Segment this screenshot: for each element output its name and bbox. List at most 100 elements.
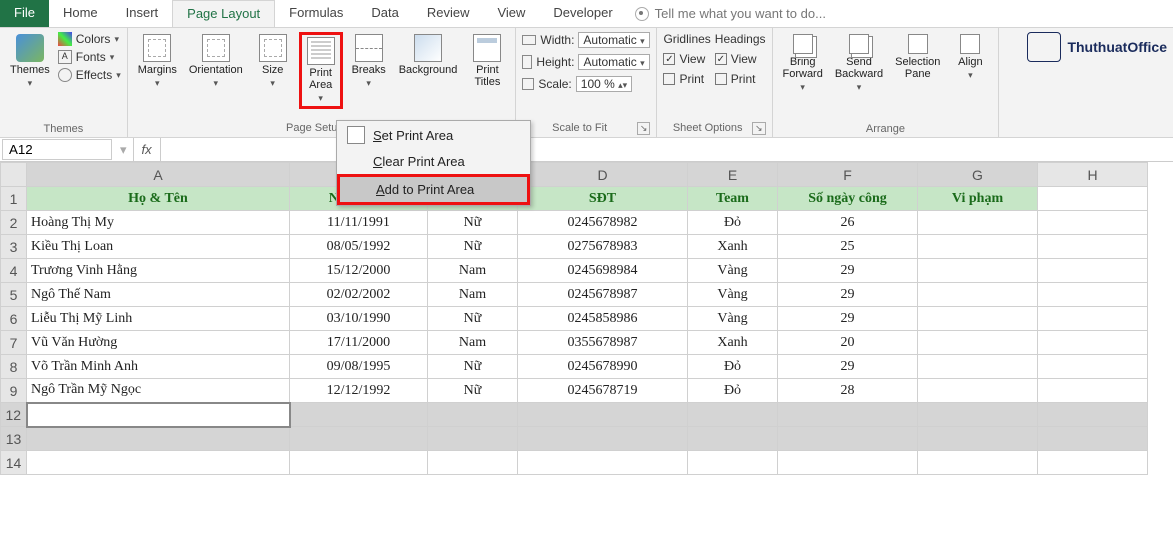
cell-D8[interactable]: 0245678990 (518, 355, 688, 379)
cell-E4[interactable]: Vàng (688, 259, 778, 283)
col-header-D[interactable]: D (518, 163, 688, 187)
print-titles-button[interactable]: Print Titles (465, 32, 509, 90)
print-area-button[interactable]: Print Area ▾ (299, 32, 343, 109)
cell-A12[interactable] (27, 403, 290, 427)
width-combo[interactable]: Automatic ▾ (578, 32, 650, 48)
cell-G4[interactable] (918, 259, 1038, 283)
cell-F5[interactable]: 29 (778, 283, 918, 307)
tab-page-layout[interactable]: Page Layout (172, 0, 275, 27)
cell[interactable] (778, 427, 918, 451)
headings-view-check[interactable]: ✓View (715, 52, 766, 66)
cell[interactable] (518, 451, 688, 475)
cell-A7[interactable]: Vũ Văn Hường (27, 331, 290, 355)
tab-view[interactable]: View (483, 0, 539, 27)
cell[interactable] (1038, 427, 1148, 451)
orientation-button[interactable]: Orientation▾ (185, 32, 247, 91)
tab-home[interactable]: Home (49, 0, 112, 27)
row-header-3[interactable]: 3 (1, 235, 27, 259)
cell-E7[interactable]: Xanh (688, 331, 778, 355)
col-header-A[interactable]: A (27, 163, 290, 187)
cell[interactable] (688, 427, 778, 451)
cell-D7[interactable]: 0355678987 (518, 331, 688, 355)
cell-C6[interactable]: Nữ (428, 307, 518, 331)
gridlines-print-check[interactable]: Print (663, 72, 710, 86)
cell[interactable] (1038, 451, 1148, 475)
align-button[interactable]: Align▾ (948, 32, 992, 83)
cell[interactable] (290, 451, 428, 475)
cell-B2[interactable]: 11/11/1991 (290, 211, 428, 235)
col-header-E[interactable]: E (688, 163, 778, 187)
cell-A2[interactable]: Hoàng Thị My (27, 211, 290, 235)
row-header-1[interactable]: 1 (1, 187, 27, 211)
row-header-14[interactable]: 14 (1, 451, 27, 475)
cell-E2[interactable]: Đỏ (688, 211, 778, 235)
cell-F6[interactable]: 29 (778, 307, 918, 331)
cell-G7[interactable] (918, 331, 1038, 355)
cell-H6[interactable] (1038, 307, 1148, 331)
cell-A3[interactable]: Kiều Thị Loan (27, 235, 290, 259)
cell-H7[interactable] (1038, 331, 1148, 355)
cell-A1[interactable]: Họ & Tên (27, 187, 290, 211)
themes-button[interactable]: Themes ▾ (6, 32, 54, 91)
row-header-8[interactable]: 8 (1, 355, 27, 379)
cell-H9[interactable] (1038, 379, 1148, 403)
grid[interactable]: A B C D E F G H 1 Họ & Tên Ngày sinh Giớ… (0, 162, 1148, 475)
cell-F4[interactable]: 29 (778, 259, 918, 283)
dialog-launcher-icon[interactable]: ↘ (637, 122, 651, 135)
col-header-F[interactable]: F (778, 163, 918, 187)
tab-developer[interactable]: Developer (539, 0, 626, 27)
colors-button[interactable]: Colors▾ (58, 32, 121, 46)
cell-C9[interactable]: Nữ (428, 379, 518, 403)
cell[interactable] (918, 427, 1038, 451)
cell[interactable] (518, 427, 688, 451)
cell-G1[interactable]: Vi phạm (918, 187, 1038, 211)
cell[interactable] (688, 451, 778, 475)
cell[interactable] (518, 403, 688, 427)
row-header-6[interactable]: 6 (1, 307, 27, 331)
row-header-7[interactable]: 7 (1, 331, 27, 355)
cell-H5[interactable] (1038, 283, 1148, 307)
cell-B7[interactable]: 17/11/2000 (290, 331, 428, 355)
breaks-button[interactable]: Breaks▾ (347, 32, 391, 91)
size-button[interactable]: Size▾ (251, 32, 295, 91)
cell-C3[interactable]: Nữ (428, 235, 518, 259)
cell-F3[interactable]: 25 (778, 235, 918, 259)
cell-F1[interactable]: Số ngày công (778, 187, 918, 211)
cell[interactable] (27, 427, 290, 451)
cell[interactable] (27, 451, 290, 475)
cell-B3[interactable]: 08/05/1992 (290, 235, 428, 259)
row-header-4[interactable]: 4 (1, 259, 27, 283)
cell-G5[interactable] (918, 283, 1038, 307)
fonts-button[interactable]: AFonts▾ (58, 50, 121, 64)
cell[interactable] (290, 427, 428, 451)
menu-clear-print-area[interactable]: Clear Print Area (337, 149, 530, 174)
row-header-5[interactable]: 5 (1, 283, 27, 307)
height-combo[interactable]: Automatic ▾ (578, 54, 650, 70)
cell-B4[interactable]: 15/12/2000 (290, 259, 428, 283)
cell-A5[interactable]: Ngô Thế Nam (27, 283, 290, 307)
menu-set-print-area[interactable]: Set Print Area (337, 121, 530, 149)
cell-G2[interactable] (918, 211, 1038, 235)
cell-B8[interactable]: 09/08/1995 (290, 355, 428, 379)
cell-E9[interactable]: Đỏ (688, 379, 778, 403)
tab-insert[interactable]: Insert (112, 0, 173, 27)
cell[interactable] (918, 403, 1038, 427)
cell-C2[interactable]: Nữ (428, 211, 518, 235)
row-header-2[interactable]: 2 (1, 211, 27, 235)
cell[interactable] (428, 451, 518, 475)
menu-add-to-print-area[interactable]: Add to Print Area (337, 174, 530, 205)
row-header-13[interactable]: 13 (1, 427, 27, 451)
cell[interactable] (290, 403, 428, 427)
cell-C7[interactable]: Nam (428, 331, 518, 355)
cell-A9[interactable]: Ngô Trần Mỹ Ngọc (27, 379, 290, 403)
dialog-launcher-icon[interactable]: ↘ (752, 122, 766, 135)
cell-E5[interactable]: Vàng (688, 283, 778, 307)
effects-button[interactable]: Effects▾ (58, 68, 121, 82)
cell-A8[interactable]: Võ Trần Minh Anh (27, 355, 290, 379)
row-header-9[interactable]: 9 (1, 379, 27, 403)
cell[interactable] (428, 403, 518, 427)
col-header-H[interactable]: H (1038, 163, 1148, 187)
cell-C4[interactable]: Nam (428, 259, 518, 283)
select-all-corner[interactable] (1, 163, 27, 187)
cell-D3[interactable]: 0275678983 (518, 235, 688, 259)
